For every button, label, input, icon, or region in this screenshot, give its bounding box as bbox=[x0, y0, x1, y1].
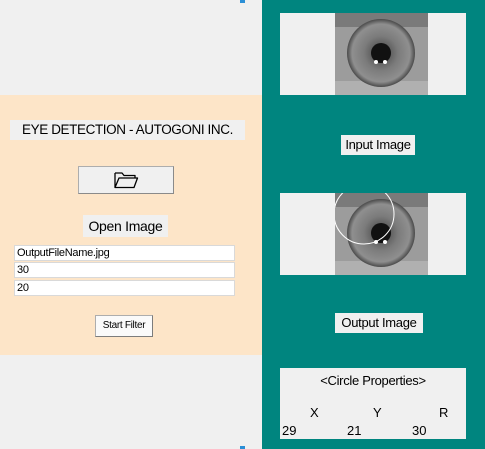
open-image-button[interactable] bbox=[78, 166, 174, 194]
output-eye-image bbox=[335, 193, 428, 275]
input-image-box bbox=[280, 13, 466, 95]
left-bottom-area bbox=[0, 355, 262, 449]
input-image-label: Input Image bbox=[341, 135, 415, 155]
circle-properties-panel: <Circle Properties> X Y R 29 21 30 bbox=[280, 368, 466, 439]
folder-icon bbox=[114, 172, 139, 189]
input-eye-image bbox=[335, 13, 428, 95]
app-title: EYE DETECTION - AUTOGONI INC. bbox=[10, 120, 245, 140]
start-filter-button[interactable]: Start Filter bbox=[95, 315, 153, 337]
parameter-field-1[interactable] bbox=[14, 262, 235, 278]
output-image-box bbox=[280, 193, 466, 275]
circle-r-header: R bbox=[439, 405, 449, 420]
circle-y-header: Y bbox=[373, 405, 382, 420]
open-image-label: Open Image bbox=[83, 215, 168, 237]
circle-r-value: 30 bbox=[412, 423, 427, 438]
circle-x-value: 29 bbox=[282, 423, 297, 438]
left-top-area bbox=[0, 0, 262, 95]
top-edge-marker bbox=[240, 0, 245, 3]
circle-properties-title: <Circle Properties> bbox=[320, 373, 426, 388]
circle-y-value: 21 bbox=[347, 423, 362, 438]
output-image-label: Output Image bbox=[335, 313, 423, 333]
parameter-field-2[interactable] bbox=[14, 280, 235, 296]
output-filename-field[interactable] bbox=[14, 245, 235, 261]
circle-x-header: X bbox=[310, 405, 319, 420]
